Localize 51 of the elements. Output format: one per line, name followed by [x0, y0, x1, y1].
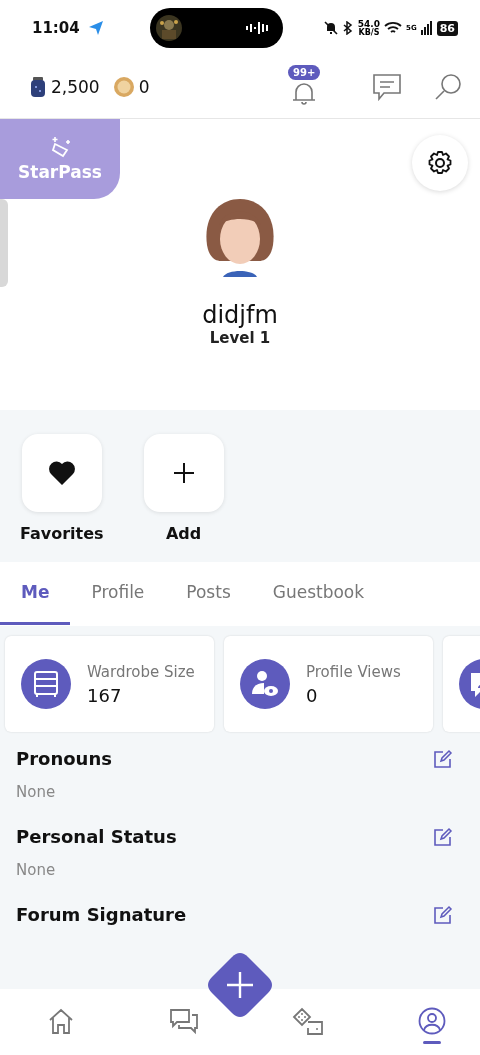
message-icon[interactable] [372, 73, 402, 101]
plus-icon [172, 462, 195, 484]
stat-value: 0 [306, 684, 319, 706]
create-button[interactable] [208, 953, 272, 1017]
jar-icon [30, 77, 46, 97]
tab[interactable]: Profile [70, 562, 166, 625]
action-label: Add [165, 524, 202, 543]
search-icon[interactable] [434, 73, 462, 101]
edit-icon[interactable] [433, 748, 453, 769]
status-time: 11:04 [32, 19, 80, 37]
coin-icon [113, 77, 134, 97]
stat-value: 167 [87, 684, 123, 706]
stat-label: Profile Views [306, 662, 401, 681]
edit-icon[interactable] [433, 904, 453, 925]
waveform-icon [244, 21, 269, 35]
stat-label: Wardrobe Size [87, 662, 195, 681]
field-title: Personal Status [16, 826, 177, 847]
currency-amount: 0 [138, 77, 150, 97]
drawers-icon [21, 659, 71, 709]
tab[interactable]: Guestbook [251, 562, 386, 625]
starpass-button[interactable]: StarPass [0, 119, 120, 199]
edit-icon[interactable] [433, 826, 453, 847]
bluetooth-icon [341, 21, 354, 35]
username: didjfm [202, 301, 278, 329]
settings-button[interactable] [412, 135, 468, 191]
home-icon [47, 1007, 75, 1035]
field-title: Pronouns [16, 748, 112, 769]
favorites-button[interactable] [21, 434, 102, 512]
field-value: None [16, 861, 57, 879]
paper-plane-icon [87, 20, 104, 36]
currency-amount: 2,500 [51, 77, 100, 97]
dice-icon [292, 1007, 325, 1035]
signal-icon [420, 21, 433, 35]
settings-icon [427, 150, 453, 176]
user-level: Level 1 [209, 329, 271, 347]
notification-badge: 99+ [288, 65, 321, 80]
action-label: Favorites [20, 524, 104, 543]
tab[interactable]: Posts [165, 562, 252, 625]
network-speed: 54.0 [357, 19, 381, 29]
bell-icon[interactable] [291, 81, 317, 107]
bell-muted-icon [323, 21, 338, 35]
heart-icon [47, 460, 76, 486]
chat-icon [168, 1007, 199, 1035]
side-handle[interactable] [0, 199, 8, 287]
speed-unit: KB/S [358, 28, 380, 37]
wifi-icon [384, 21, 403, 35]
profile-icon [417, 1007, 446, 1035]
field-value: None [16, 783, 57, 801]
battery-level: 86 [436, 20, 458, 36]
field-title: Forum Signature [16, 904, 187, 925]
user-eye-icon [240, 659, 290, 709]
